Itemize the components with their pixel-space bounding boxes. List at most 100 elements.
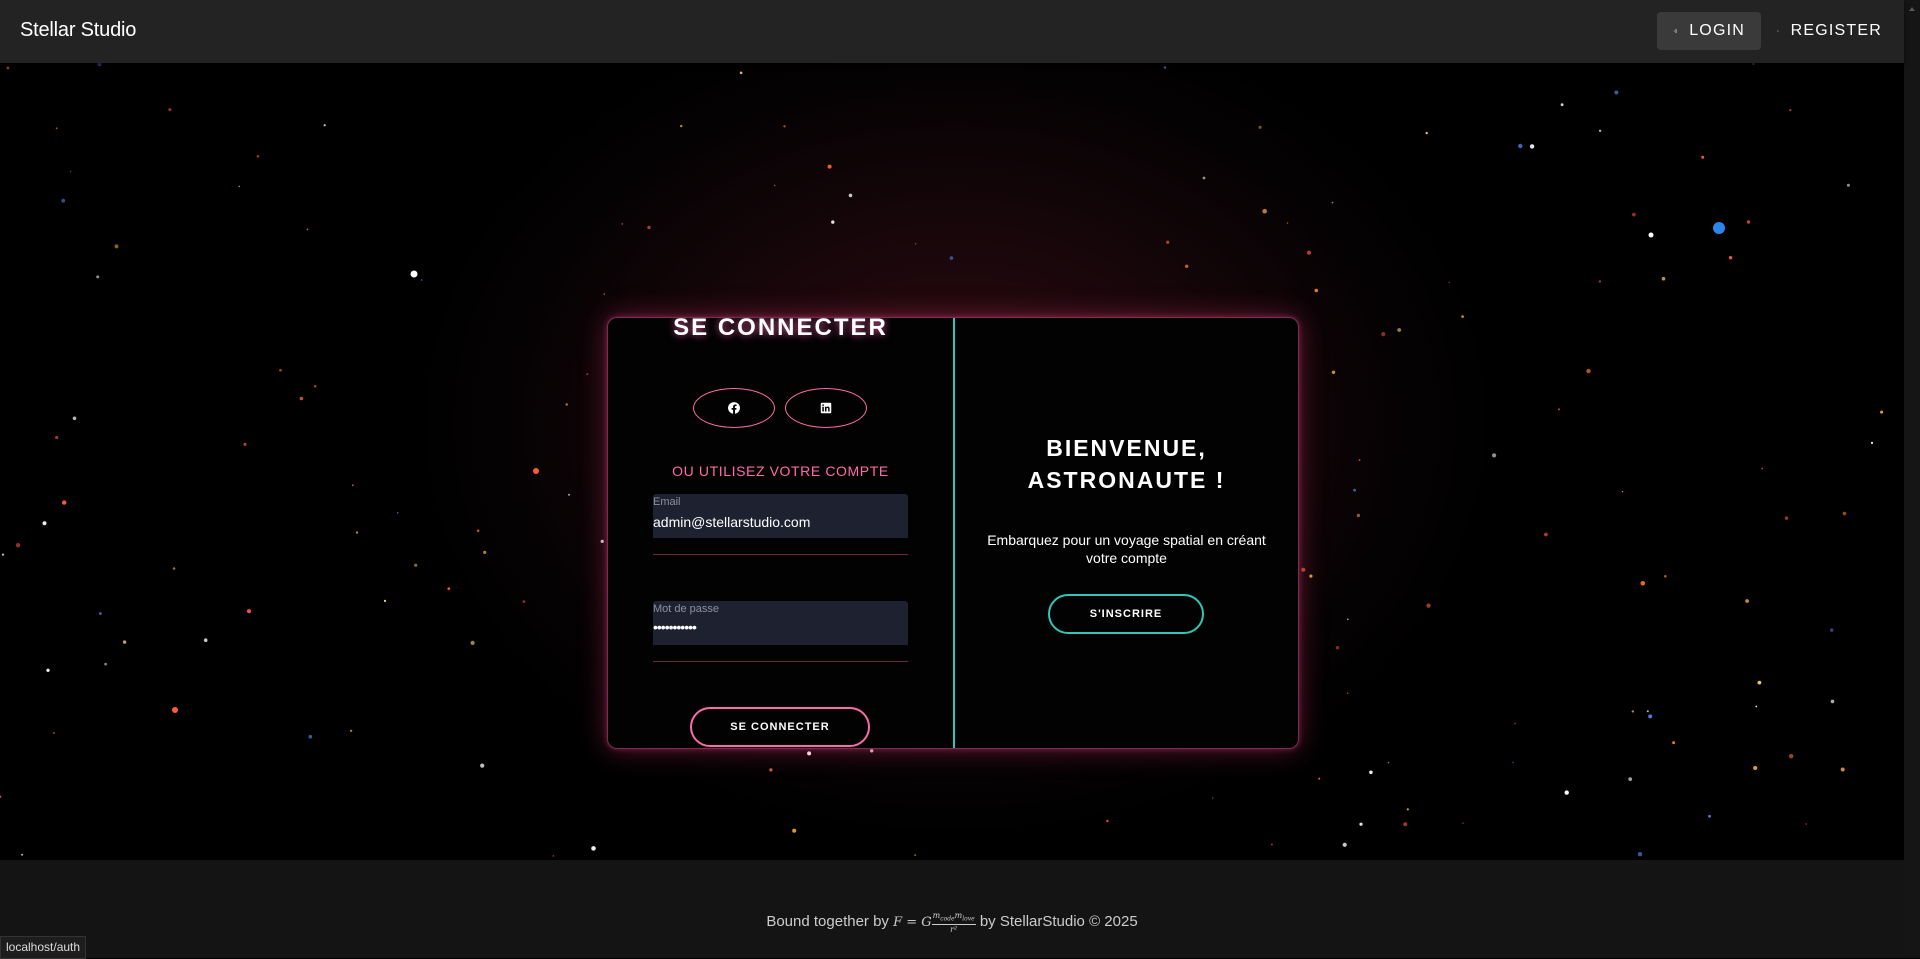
star: [1358, 459, 1361, 461]
auth-card: SE CONNECTER OU UTILISEZ VOTRE COMPTE Em…: [607, 317, 1299, 749]
star: [46, 668, 50, 672]
vertical-scrollbar[interactable]: [1904, 0, 1920, 958]
email-field[interactable]: Email admin@stellarstudio.com: [653, 494, 908, 538]
password-field[interactable]: Mot de passe •••••••••••: [653, 601, 908, 645]
star: [949, 256, 954, 260]
star: [1331, 370, 1336, 374]
star: [308, 734, 313, 739]
star: [61, 500, 67, 505]
star: [1805, 823, 1807, 825]
star: [314, 385, 317, 388]
star: [1757, 680, 1762, 685]
star: [1106, 819, 1109, 823]
linkedin-button[interactable]: [785, 388, 867, 428]
star: [792, 828, 797, 833]
star: [552, 855, 555, 857]
star: [1830, 628, 1834, 632]
star: [1672, 741, 1675, 745]
login-submit-button[interactable]: SE CONNECTER: [690, 707, 870, 747]
footer-suffix: by StellarStudio © 2025: [979, 912, 1138, 930]
star: [914, 242, 917, 245]
star: [600, 539, 604, 543]
welcome-panel: BIENVENUE, ASTRONAUTE ! Embarquez pour u…: [955, 318, 1298, 748]
star: [383, 599, 387, 603]
footer-text: Bound together by F = Gmcodemlove r² by S…: [0, 911, 1904, 934]
star: [807, 751, 812, 756]
star: [1353, 488, 1356, 492]
star: [168, 108, 172, 112]
star: [172, 567, 176, 570]
star: [279, 368, 282, 372]
star: [0, 795, 2, 798]
star: [1632, 212, 1636, 217]
welcome-text: Embarquez pour un voyage spatial en créa…: [987, 532, 1266, 566]
star: [1202, 176, 1206, 180]
facebook-icon: [728, 402, 740, 414]
login-nav-button[interactable]: LOGIN: [1657, 12, 1761, 50]
bright-star: [533, 468, 539, 474]
signup-button[interactable]: S'INSCRIRE: [1048, 594, 1204, 634]
star: [1512, 761, 1514, 764]
star: [1369, 770, 1373, 775]
star: [1870, 441, 1874, 444]
login-icon: [1673, 29, 1677, 33]
email-label: Email: [653, 496, 681, 508]
person-add-icon: [1777, 30, 1779, 32]
star: [1830, 699, 1835, 704]
star: [1514, 722, 1516, 725]
formula-fraction: mcodemlove r²: [931, 911, 976, 934]
star: [522, 600, 526, 603]
star: [420, 279, 423, 281]
star: [42, 521, 47, 526]
star: [306, 228, 309, 231]
email-underline: [653, 554, 908, 555]
star: [1842, 511, 1847, 516]
star: [243, 442, 247, 446]
star: [1789, 109, 1792, 112]
star: [1356, 513, 1361, 518]
star: [621, 223, 624, 225]
star: [53, 732, 55, 734]
star: [349, 729, 353, 732]
star: [1397, 328, 1402, 332]
facebook-button[interactable]: [693, 388, 775, 428]
star: [1331, 201, 1334, 204]
star: [773, 184, 776, 187]
star: [1347, 618, 1349, 621]
formula-sub-love: love: [962, 915, 975, 923]
star: [1661, 276, 1666, 281]
brand-title[interactable]: Stellar Studio: [20, 19, 136, 42]
login-panel: SE CONNECTER OU UTILISEZ VOTRE COMPTE Em…: [608, 318, 953, 748]
star: [1309, 574, 1313, 578]
star: [1880, 410, 1884, 414]
star: [1640, 581, 1646, 586]
star: [1, 553, 5, 556]
star: [1258, 125, 1262, 129]
star: [122, 640, 127, 644]
star: [1306, 250, 1312, 255]
star: [1637, 852, 1643, 857]
star: [15, 543, 21, 548]
welcome-title: BIENVENUE, ASTRONAUTE !: [955, 432, 1298, 496]
star: [447, 587, 451, 591]
password-value[interactable]: •••••••••••: [653, 619, 697, 635]
star: [1318, 777, 1321, 780]
email-value[interactable]: admin@stellarstudio.com: [653, 514, 810, 530]
star: [1212, 797, 1214, 799]
star: [1335, 646, 1340, 650]
star: [1381, 332, 1386, 337]
register-nav-button[interactable]: REGISTER: [1761, 12, 1898, 50]
star: [1314, 288, 1319, 293]
star: [104, 662, 107, 666]
star: [1631, 710, 1635, 713]
star: [323, 124, 326, 127]
star: [72, 416, 77, 421]
star: [914, 854, 916, 856]
star: [870, 749, 874, 753]
star: [21, 853, 24, 856]
star: [586, 373, 589, 376]
star: [568, 493, 570, 496]
bright-star: [410, 270, 418, 278]
star: [55, 435, 59, 440]
formula-sub-code: code: [940, 915, 955, 923]
